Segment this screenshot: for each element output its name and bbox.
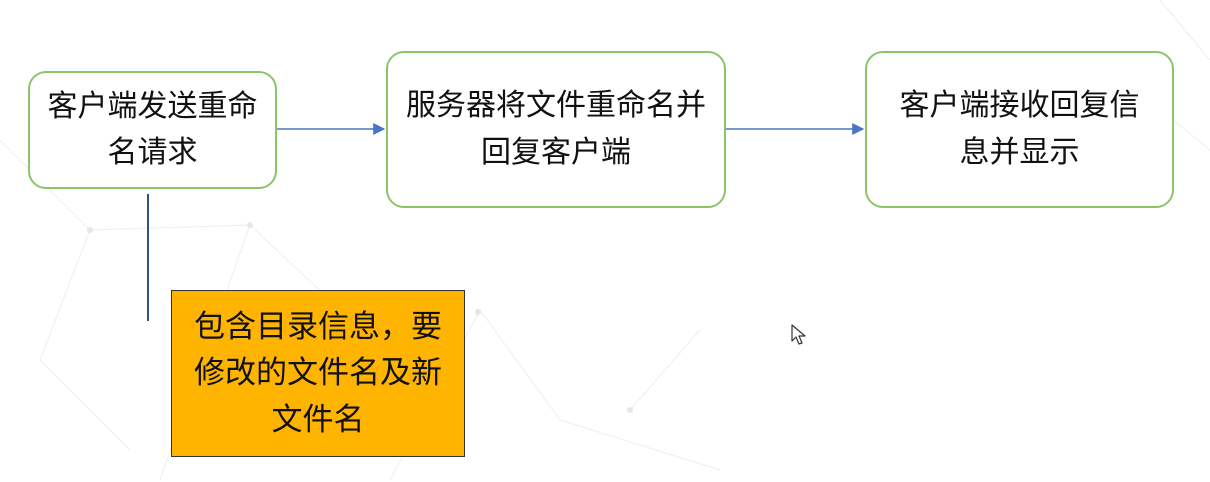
node-server-rename-reply: 服务器将文件重命名并回复客户端 [386, 51, 726, 208]
node-client-send-label: 客户端发送重命名请求 [47, 88, 258, 171]
node-client-send-rename-request: 客户端发送重命名请求 [28, 71, 277, 189]
note-request-contents: 包含目录信息，要修改的文件名及新文件名 [171, 290, 465, 457]
mouse-cursor-icon [791, 324, 806, 345]
note-request-contents-label: 包含目录信息，要修改的文件名及新文件名 [194, 308, 442, 438]
node-server-rename-label: 服务器将文件重命名并回复客户端 [406, 88, 706, 170]
node-client-receive-display: 客户端接收回复信息并显示 [865, 51, 1174, 208]
node-client-receive-label: 客户端接收回复信息并显示 [899, 88, 1140, 170]
